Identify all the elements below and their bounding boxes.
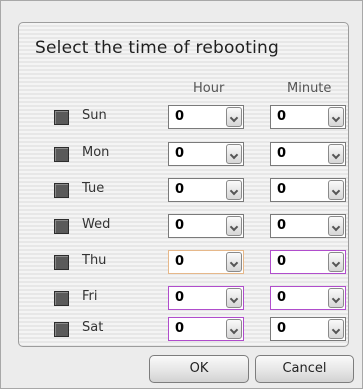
chevron-down-icon[interactable]	[328, 319, 344, 339]
chevron-down-icon[interactable]	[226, 216, 242, 236]
chevron-down-icon[interactable]	[328, 252, 344, 272]
reboot-schedule-dialog: Select the time of rebooting Hour Minute…	[0, 0, 363, 389]
wed-hour-select[interactable]: 0	[168, 214, 244, 238]
sat-hour-select[interactable]: 0	[168, 317, 244, 341]
sat-checkbox[interactable]	[54, 322, 69, 337]
thu-minute-value: 0	[277, 254, 287, 269]
fri-hour-select[interactable]: 0	[168, 286, 244, 310]
tue-minute-value: 0	[277, 182, 287, 197]
sun-minute-value: 0	[277, 109, 287, 124]
day-row-sun: Sun 0 0	[19, 105, 348, 131]
mon-hour-select[interactable]: 0	[168, 142, 244, 166]
tue-minute-select[interactable]: 0	[270, 178, 346, 202]
sat-hour-value: 0	[175, 321, 185, 336]
day-row-fri: Fri 0 0	[19, 286, 348, 312]
fri-minute-value: 0	[277, 290, 287, 305]
sun-hour-value: 0	[175, 109, 185, 124]
chevron-down-icon[interactable]	[226, 288, 242, 308]
day-label-sat: Sat	[82, 320, 104, 335]
sun-minute-select[interactable]: 0	[270, 105, 346, 129]
sat-minute-select[interactable]: 0	[270, 317, 346, 341]
sun-hour-select[interactable]: 0	[168, 105, 244, 129]
cancel-button[interactable]: Cancel	[255, 355, 354, 383]
tue-checkbox[interactable]	[54, 183, 69, 198]
chevron-down-icon[interactable]	[328, 216, 344, 236]
thu-minute-select[interactable]: 0	[270, 250, 346, 274]
wed-hour-value: 0	[175, 218, 185, 233]
day-row-mon: Mon 0 0	[19, 142, 348, 168]
thu-hour-value: 0	[175, 254, 185, 269]
day-label-tue: Tue	[82, 181, 105, 196]
day-label-sun: Sun	[82, 108, 107, 123]
day-row-tue: Tue 0 0	[19, 178, 348, 204]
thu-checkbox[interactable]	[54, 255, 69, 270]
wed-minute-value: 0	[277, 218, 287, 233]
day-label-fri: Fri	[82, 289, 98, 304]
fri-hour-value: 0	[175, 290, 185, 305]
chevron-down-icon[interactable]	[226, 107, 242, 127]
chevron-down-icon[interactable]	[328, 107, 344, 127]
fri-minute-select[interactable]: 0	[270, 286, 346, 310]
day-row-wed: Wed 0 0	[19, 214, 348, 240]
schedule-panel: Select the time of rebooting Hour Minute…	[18, 22, 349, 347]
tue-hour-select[interactable]: 0	[168, 178, 244, 202]
mon-checkbox[interactable]	[54, 147, 69, 162]
thu-hour-select[interactable]: 0	[168, 250, 244, 274]
ok-button[interactable]: OK	[149, 355, 249, 383]
chevron-down-icon[interactable]	[328, 288, 344, 308]
chevron-down-icon[interactable]	[328, 144, 344, 164]
mon-minute-value: 0	[277, 146, 287, 161]
chevron-down-icon[interactable]	[226, 180, 242, 200]
dialog-title: Select the time of rebooting	[35, 38, 279, 58]
wed-minute-select[interactable]: 0	[270, 214, 346, 238]
chevron-down-icon[interactable]	[226, 252, 242, 272]
chevron-down-icon[interactable]	[226, 144, 242, 164]
sat-minute-value: 0	[277, 321, 287, 336]
fri-checkbox[interactable]	[54, 291, 69, 306]
day-row-sat: Sat 0 0	[19, 317, 348, 343]
chevron-down-icon[interactable]	[328, 180, 344, 200]
wed-checkbox[interactable]	[54, 219, 69, 234]
minute-column-header: Minute	[287, 81, 332, 96]
mon-minute-select[interactable]: 0	[270, 142, 346, 166]
mon-hour-value: 0	[175, 146, 185, 161]
hour-column-header: Hour	[193, 81, 225, 96]
day-label-wed: Wed	[82, 217, 111, 232]
day-row-thu: Thu 0 0	[19, 250, 348, 276]
tue-hour-value: 0	[175, 182, 185, 197]
day-label-thu: Thu	[82, 253, 107, 268]
chevron-down-icon[interactable]	[226, 319, 242, 339]
sun-checkbox[interactable]	[54, 110, 69, 125]
day-label-mon: Mon	[82, 145, 110, 160]
